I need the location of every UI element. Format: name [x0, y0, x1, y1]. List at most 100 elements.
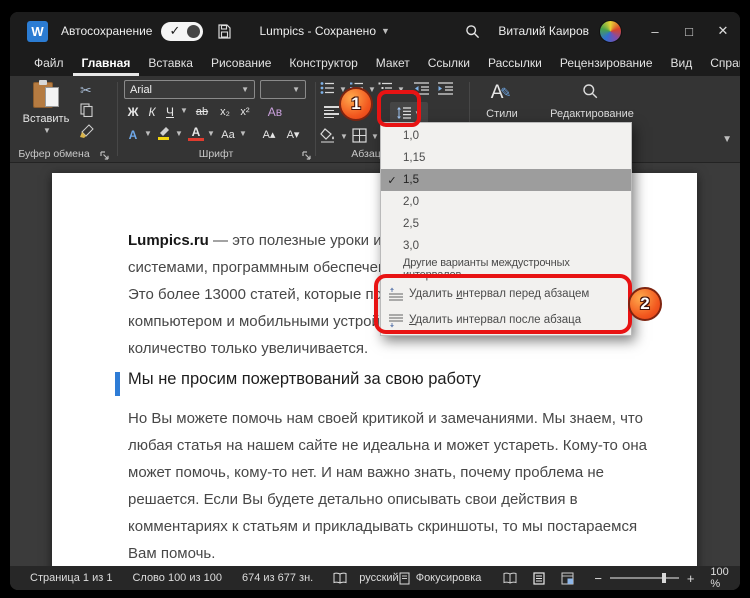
font-name-combo[interactable]: Arial ▼	[124, 80, 255, 99]
italic-button[interactable]: К	[144, 102, 160, 121]
menu-item-spacing-3-0[interactable]: 3,0	[381, 235, 631, 257]
menu-item-spacing-1-0[interactable]: 1,0	[381, 125, 631, 147]
change-case-button[interactable]: Aa	[218, 125, 238, 144]
avatar[interactable]	[599, 19, 622, 43]
styles-button[interactable]: A ✎	[486, 80, 516, 106]
tab-layout[interactable]: Макет	[367, 50, 419, 76]
document-heading: Мы не просим пожертвований за свою работ…	[128, 370, 481, 388]
tab-references[interactable]: Ссылки	[419, 50, 479, 76]
text-effects-button[interactable]: А	[124, 125, 142, 144]
shrink-font-button[interactable]: А▾	[282, 125, 304, 144]
borders-button[interactable]	[352, 128, 367, 143]
tab-draw[interactable]: Рисование	[202, 50, 280, 76]
tab-file[interactable]: Файл	[25, 50, 73, 76]
proofing-book-icon[interactable]	[333, 572, 347, 584]
focus-mode[interactable]: Фокусировка	[416, 572, 482, 584]
highlight-chevron[interactable]: ▼	[175, 129, 183, 138]
menu-item-spacing-2-0[interactable]: 2,0	[381, 191, 631, 213]
toggle-knob	[187, 24, 201, 38]
text-effects-chevron[interactable]: ▼	[144, 129, 152, 138]
paste-button[interactable]: Вставить ▼	[22, 80, 70, 135]
align-left-button[interactable]	[324, 104, 339, 120]
chevron-down-icon: ▼	[241, 85, 249, 94]
maximize-button[interactable]: □	[672, 12, 706, 50]
clipboard-group: Вставить ▼ ✂ Буфер обмена	[10, 76, 116, 163]
borders-chevron[interactable]: ▼	[371, 132, 379, 141]
print-layout-icon[interactable]	[533, 571, 546, 585]
annotation-highlight-remove-space-items	[374, 274, 632, 334]
read-mode-icon[interactable]	[503, 572, 517, 584]
font-color-chevron[interactable]: ▼	[207, 129, 215, 138]
minimize-button[interactable]: –	[638, 12, 672, 50]
tab-review[interactable]: Рецензирование	[551, 50, 662, 76]
styles-label: Стили	[486, 108, 518, 120]
annotation-step-1-badge: 1	[339, 87, 373, 121]
editing-button[interactable]	[582, 83, 598, 99]
language-indicator[interactable]: русский	[359, 572, 398, 584]
superscript-button[interactable]: x²	[236, 102, 254, 121]
cut-button[interactable]: ✂	[80, 82, 92, 99]
font-dialog-launcher[interactable]	[302, 151, 311, 160]
clipboard-dialog-launcher[interactable]	[100, 151, 109, 160]
clear-formatting-button[interactable]: Ав	[264, 102, 286, 121]
web-layout-icon[interactable]	[561, 572, 574, 585]
close-button[interactable]: ✕	[706, 12, 740, 50]
tab-view[interactable]: Вид	[662, 50, 702, 76]
paragraph-lead-bold: Lumpics.ru	[128, 232, 209, 249]
change-case-chevron[interactable]: ▼	[239, 129, 247, 138]
zoom-out-button[interactable]: −	[594, 571, 602, 586]
bold-button[interactable]: Ж	[124, 102, 142, 121]
borders-icon	[352, 128, 367, 143]
menu-item-spacing-2-5[interactable]: 2,5	[381, 213, 631, 235]
document-title[interactable]: Lumpics - Сохранено ▼	[259, 24, 389, 38]
zoom-level[interactable]: 100 %	[710, 566, 738, 590]
shading-button[interactable]	[320, 128, 336, 143]
copy-button[interactable]	[80, 103, 93, 117]
strikethrough-button[interactable]: ab	[192, 102, 212, 121]
menu-item-spacing-1-15[interactable]: 1,15	[381, 147, 631, 169]
paragraph-2: Но Вы можете помочь нам своей критикой и…	[128, 410, 648, 562]
tab-insert[interactable]: Вставка	[139, 50, 202, 76]
zoom-slider[interactable]	[610, 573, 679, 583]
autosave-toggle[interactable]: ✓	[161, 21, 204, 41]
bullets-icon	[320, 82, 334, 94]
tab-home[interactable]: Главная	[73, 50, 140, 76]
search-icon[interactable]	[465, 24, 480, 39]
check-icon: ✓	[387, 174, 397, 187]
tab-design[interactable]: Конструктор	[280, 50, 366, 76]
check-icon: ✓	[169, 22, 181, 38]
save-icon[interactable]	[216, 23, 233, 40]
chevron-down-icon: ▼	[292, 85, 300, 94]
pencil-icon: ✎	[500, 85, 512, 100]
collapse-ribbon-chevron[interactable]: ▼	[722, 134, 732, 145]
shading-chevron[interactable]: ▼	[340, 132, 348, 141]
paste-clipboard-icon	[33, 80, 59, 110]
tab-mailings[interactable]: Рассылки	[479, 50, 551, 76]
zoom-in-button[interactable]: +	[687, 571, 695, 586]
status-bar: Страница 1 из 1 Слово 100 из 100 674 из …	[10, 566, 740, 590]
ribbon-tab-bar: Файл Главная Вставка Рисование Конструкт…	[10, 50, 740, 76]
zoom-slider-knob[interactable]	[662, 573, 666, 583]
highlight-icon	[158, 127, 169, 140]
underline-button[interactable]: Ч	[162, 102, 178, 121]
format-painter-button[interactable]	[80, 124, 94, 138]
highlight-button[interactable]	[156, 125, 171, 141]
underline-options-chevron[interactable]: ▼	[180, 106, 188, 115]
bullets-button[interactable]	[320, 81, 335, 95]
user-name[interactable]: Виталий Каиров	[498, 24, 589, 38]
char-count[interactable]: 674 из 677 зн.	[242, 572, 313, 584]
annotation-highlight-line-spacing-button	[377, 90, 421, 127]
subscript-button[interactable]: x₂	[216, 102, 234, 121]
increase-indent-icon	[438, 82, 453, 95]
tab-help[interactable]: Справка	[701, 50, 740, 76]
chevron-down-icon: ▼	[381, 26, 390, 36]
menu-item-spacing-1-5[interactable]: ✓ 1,5	[381, 169, 631, 191]
word-count[interactable]: Слово 100 из 100	[132, 572, 222, 584]
font-size-combo[interactable]: ▼	[260, 80, 306, 99]
word-window: W Автосохранение ✓ Lumpics - Сохранено ▼ …	[10, 12, 740, 590]
grow-font-button[interactable]: А▴	[258, 125, 280, 144]
shading-icon	[320, 128, 334, 143]
page-indicator[interactable]: Страница 1 из 1	[30, 572, 112, 584]
increase-indent-button[interactable]	[438, 81, 453, 95]
font-color-button[interactable]: А	[188, 125, 204, 141]
